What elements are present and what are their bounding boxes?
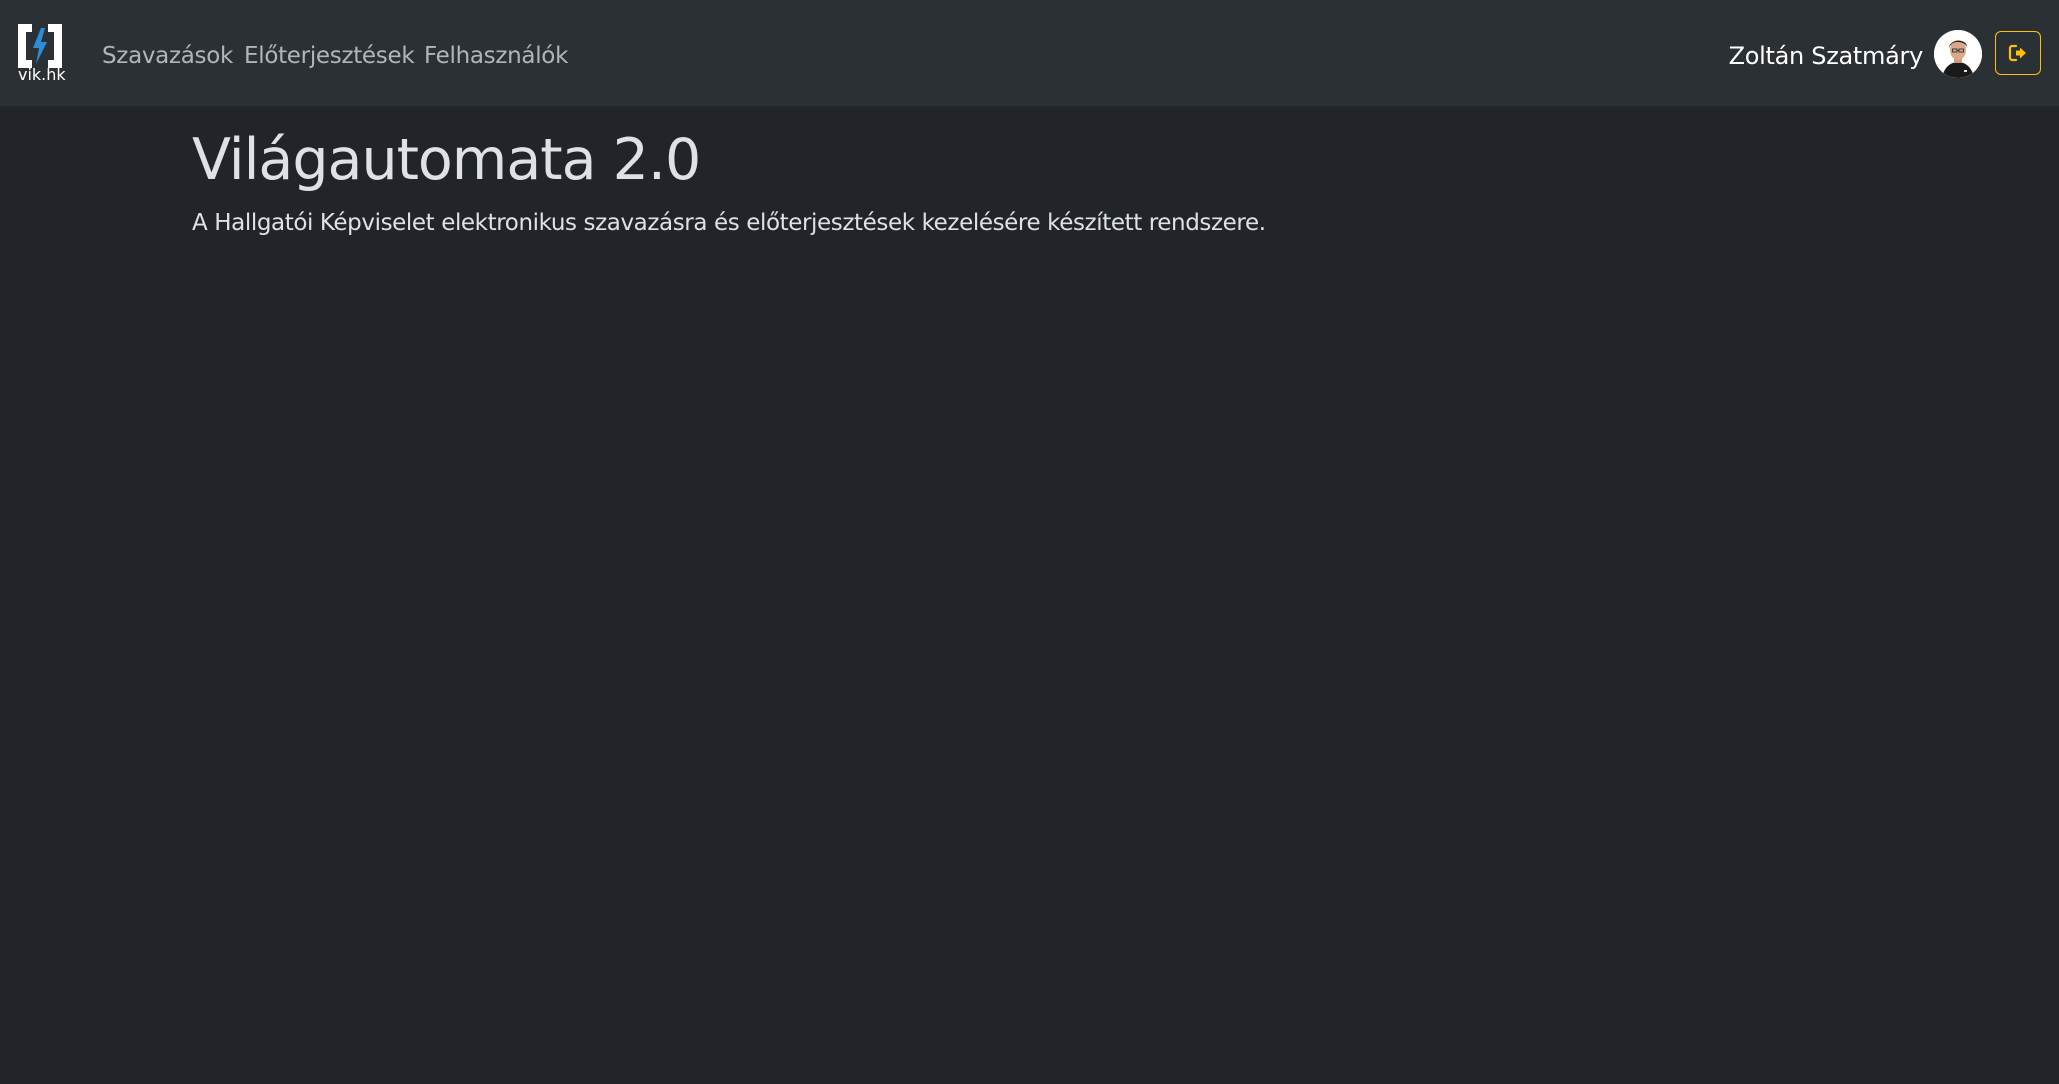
brand-logo-link[interactable]: vik.hk bbox=[16, 18, 68, 88]
brand-text: vik.hk bbox=[18, 65, 66, 84]
nav-link-eloterjesztesek[interactable]: Előterjesztések bbox=[244, 38, 415, 74]
navbar: vik.hk Szavazások Előterjesztések Felhas… bbox=[0, 0, 2059, 106]
page-title: Világautomata 2.0 bbox=[192, 127, 701, 193]
logout-button[interactable] bbox=[1995, 31, 2041, 75]
sign-out-icon bbox=[2008, 44, 2026, 62]
vik-logo-icon bbox=[18, 24, 62, 68]
user-name[interactable]: Zoltán Szatmáry bbox=[1729, 38, 1924, 74]
user-avatar-icon bbox=[1934, 30, 1982, 78]
nav-link-szavazasok[interactable]: Szavazások bbox=[102, 38, 233, 74]
nav-link-felhasznalok[interactable]: Felhasználók bbox=[424, 38, 568, 74]
avatar[interactable] bbox=[1934, 30, 1982, 78]
page-description: A Hallgatói Képviselet elektronikus szav… bbox=[192, 210, 1266, 236]
